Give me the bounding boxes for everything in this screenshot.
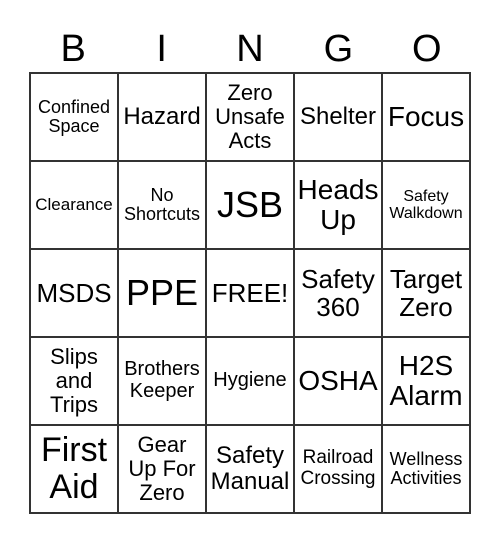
bingo-cell[interactable]: H2S Alarm	[382, 337, 470, 425]
bingo-cell[interactable]: First Aid	[30, 425, 118, 513]
header-letter-n: N	[236, 28, 264, 70]
bingo-cell[interactable]: Safety Manual	[206, 425, 294, 513]
bingo-cell[interactable]: Focus	[382, 73, 470, 161]
header-letter-b: B	[60, 28, 86, 70]
bingo-cell[interactable]: Zero Unsafe Acts	[206, 73, 294, 161]
bingo-header: B I N G O	[29, 26, 471, 72]
bingo-cell[interactable]: Hygiene	[206, 337, 294, 425]
bingo-cell[interactable]: Brothers Keeper	[118, 337, 206, 425]
bingo-grid: Confined Space Hazard Zero Unsafe Acts Shel…	[29, 72, 471, 514]
bingo-cell[interactable]: Hazard	[118, 73, 206, 161]
bingo-cell[interactable]: Clearance	[30, 161, 118, 249]
bingo-cell[interactable]: PPE	[118, 249, 206, 337]
bingo-cell[interactable]: Wellness Activities	[382, 425, 470, 513]
bingo-cell[interactable]: Target Zero	[382, 249, 470, 337]
header-letter-i: I	[156, 28, 167, 70]
bingo-cell[interactable]: FREE!	[206, 249, 294, 337]
bingo-cell[interactable]: Slips and Trips	[30, 337, 118, 425]
bingo-cell[interactable]: MSDS	[30, 249, 118, 337]
bingo-cell[interactable]: Railroad Crossing	[294, 425, 382, 513]
bingo-cell[interactable]: No Shortcuts	[118, 161, 206, 249]
bingo-cell[interactable]: JSB	[206, 161, 294, 249]
bingo-cell[interactable]: Confined Space	[30, 73, 118, 161]
bingo-cell[interactable]: OSHA	[294, 337, 382, 425]
header-letter-o: O	[412, 28, 442, 70]
bingo-cell[interactable]: Shelter	[294, 73, 382, 161]
bingo-cell[interactable]: Safety 360	[294, 249, 382, 337]
bingo-cell[interactable]: Safety Walkdown	[382, 161, 470, 249]
header-letter-g: G	[323, 28, 354, 70]
bingo-cell[interactable]: Gear Up For Zero	[118, 425, 206, 513]
bingo-cell[interactable]: Heads Up	[294, 161, 382, 249]
